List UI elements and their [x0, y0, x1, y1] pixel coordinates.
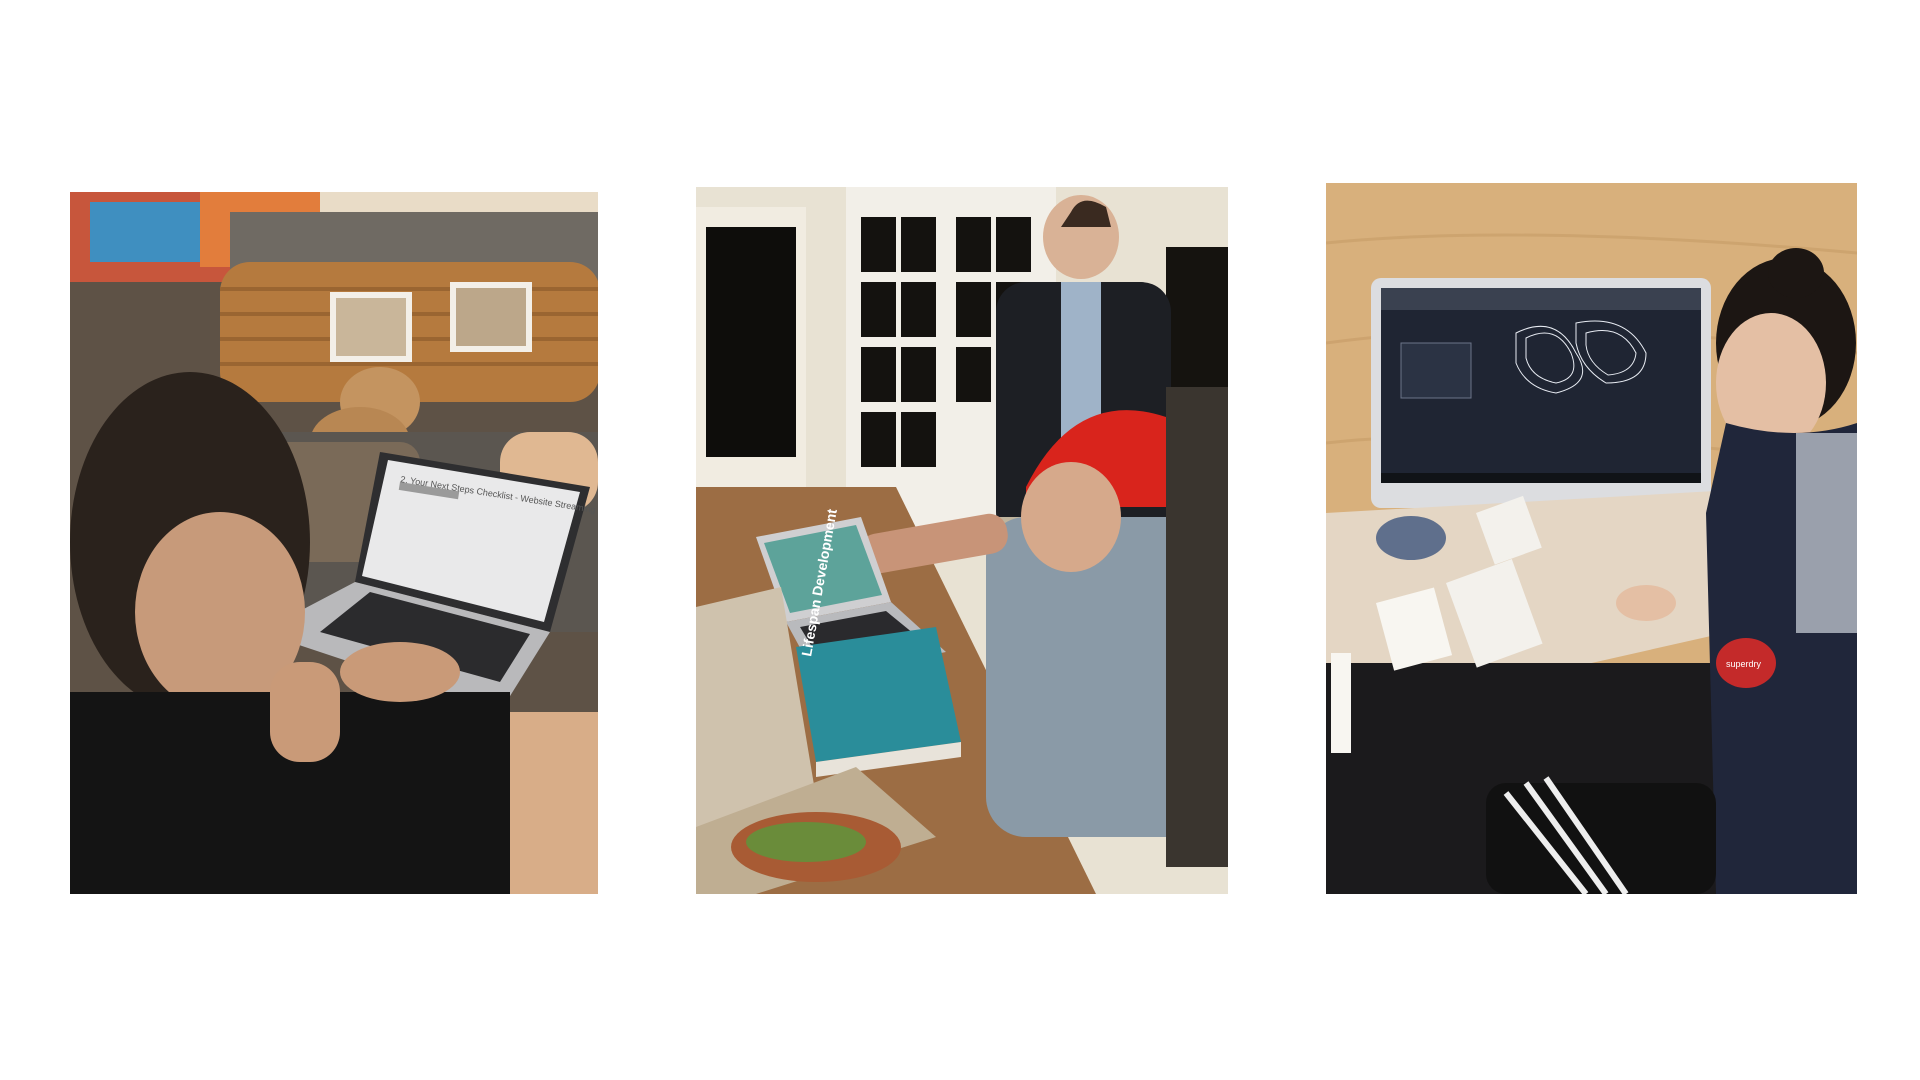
photo-2-illustration: Lifespan Development	[696, 187, 1228, 894]
photo-1-illustration: 2. Your Next Steps Checklist - Website S…	[70, 192, 598, 894]
jacket-badge-text: superdry	[1726, 659, 1762, 669]
photo-laptop-couch: 2. Your Next Steps Checklist - Website S…	[70, 192, 598, 894]
photo-group-table: Lifespan Development	[696, 187, 1228, 894]
photo-cad-desk: superdry	[1326, 183, 1857, 894]
photo-3-illustration: superdry	[1326, 183, 1857, 894]
